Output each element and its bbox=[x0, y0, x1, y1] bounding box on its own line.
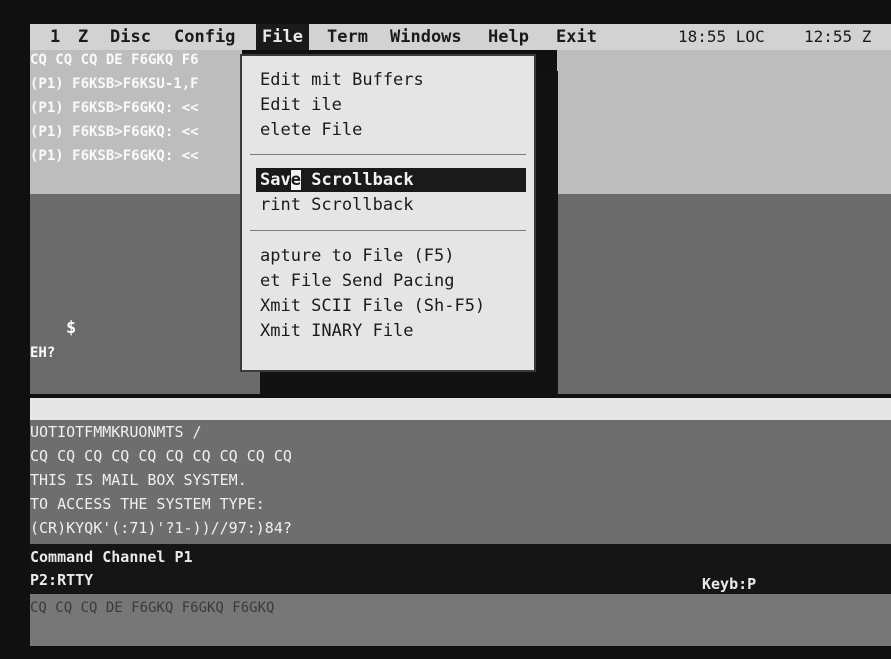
menu-item-file[interactable]: File bbox=[256, 24, 309, 50]
terminal-line: (CR)KYQK'(:71)'?1-))//97:)84? bbox=[30, 519, 292, 537]
terminal-line: THIS IS MAIL BOX SYSTEM. bbox=[30, 471, 247, 489]
menu-item-disc[interactable]: Disc bbox=[110, 24, 151, 50]
menu-item-config[interactable]: Config bbox=[174, 24, 235, 50]
menu-item-edit-file[interactable]: Edit ile bbox=[260, 93, 342, 117]
menu-item-capture-to-file[interactable]: apture to File (F5) bbox=[260, 244, 454, 268]
menu-item-delete-file[interactable]: elete File bbox=[260, 118, 362, 142]
menu-item-save-scrollback[interactable]: Save Scrollback bbox=[256, 168, 526, 192]
prompt-symbol: $ bbox=[66, 318, 77, 338]
status-area: Command Channel P1 P2:RTTY Keyb:P bbox=[30, 544, 891, 594]
menu-bar: 1 Z Disc Config File Term Windows Help E… bbox=[30, 24, 891, 50]
menu-separator bbox=[250, 230, 526, 231]
menu-item-windows[interactable]: Windows bbox=[390, 24, 462, 50]
terminal-line: (P1) F6KSB>F6GKQ: << bbox=[30, 100, 199, 116]
transmit-input-text: CQ CQ CQ DE F6GKQ F6GKQ F6GKQ bbox=[30, 600, 275, 616]
clock-local: 18:55 LOC bbox=[678, 27, 765, 46]
top-terminal-window-right bbox=[557, 50, 891, 194]
terminal-line: UOTIOTFMMKRUONMTS / bbox=[30, 423, 202, 441]
top-terminal-window: CQ CQ CQ DE F6GKQ F6 (P1) F6KSB>F6KSU-1,… bbox=[30, 50, 242, 194]
menu-separator bbox=[250, 154, 526, 155]
bottom-terminal-window: UOTIOTFMMKRUONMTS / CQ CQ CQ CQ CQ CQ CQ… bbox=[30, 420, 891, 544]
file-menu-dropdown: Edit mit Buffers Edit ile elete File Sav… bbox=[240, 54, 536, 372]
save-scrollback-prefix: Sav bbox=[260, 170, 291, 190]
mode-label: P2:RTTY bbox=[30, 571, 94, 589]
terminal-line: (P1) F6KSB>F6GKQ: << bbox=[30, 148, 199, 164]
window-divider[interactable] bbox=[30, 398, 891, 420]
transmit-input-area[interactable]: CQ CQ CQ DE F6GKQ F6GKQ F6GKQ bbox=[30, 594, 891, 646]
clock-utc: 12:55 Z bbox=[804, 27, 872, 46]
prompt-text: EH? bbox=[30, 345, 56, 361]
terminal-line: (P1) F6KSB>F6GKQ: << bbox=[30, 124, 199, 140]
menu-item-set-send-pacing[interactable]: et File Send Pacing bbox=[260, 269, 454, 293]
terminal-line: CQ CQ CQ DE F6GKQ F6 bbox=[30, 52, 199, 68]
menu-item-term[interactable]: Term bbox=[327, 24, 368, 50]
terminal-line: (P1) F6KSB>F6KSU-1,F bbox=[30, 76, 199, 92]
terminal-screen: 1 Z Disc Config File Term Windows Help E… bbox=[0, 0, 891, 659]
menu-item-xmit-ascii[interactable]: Xmit SCII File (Sh-F5) bbox=[260, 294, 485, 318]
menu-item-1[interactable]: 1 bbox=[50, 24, 60, 50]
menu-item-xmit-binary[interactable]: Xmit INARY File bbox=[260, 319, 414, 343]
menu-item-print-scrollback[interactable]: rint Scrollback bbox=[260, 193, 414, 217]
menu-item-exit[interactable]: Exit bbox=[556, 24, 597, 50]
menu-item-edit-buffers[interactable]: Edit mit Buffers bbox=[260, 68, 424, 92]
menu-item-help[interactable]: Help bbox=[488, 24, 529, 50]
command-channel-label: Command Channel P1 bbox=[30, 548, 193, 566]
save-scrollback-suffix: Scrollback bbox=[300, 170, 414, 190]
save-scrollback-hotkey: e bbox=[290, 170, 301, 190]
terminal-line: TO ACCESS THE SYSTEM TYPE: bbox=[30, 495, 265, 513]
menu-item-z[interactable]: Z bbox=[78, 24, 88, 50]
keyboard-status: Keyb:P bbox=[702, 575, 757, 593]
terminal-line: CQ CQ CQ CQ CQ CQ CQ CQ CQ CQ bbox=[30, 447, 292, 465]
